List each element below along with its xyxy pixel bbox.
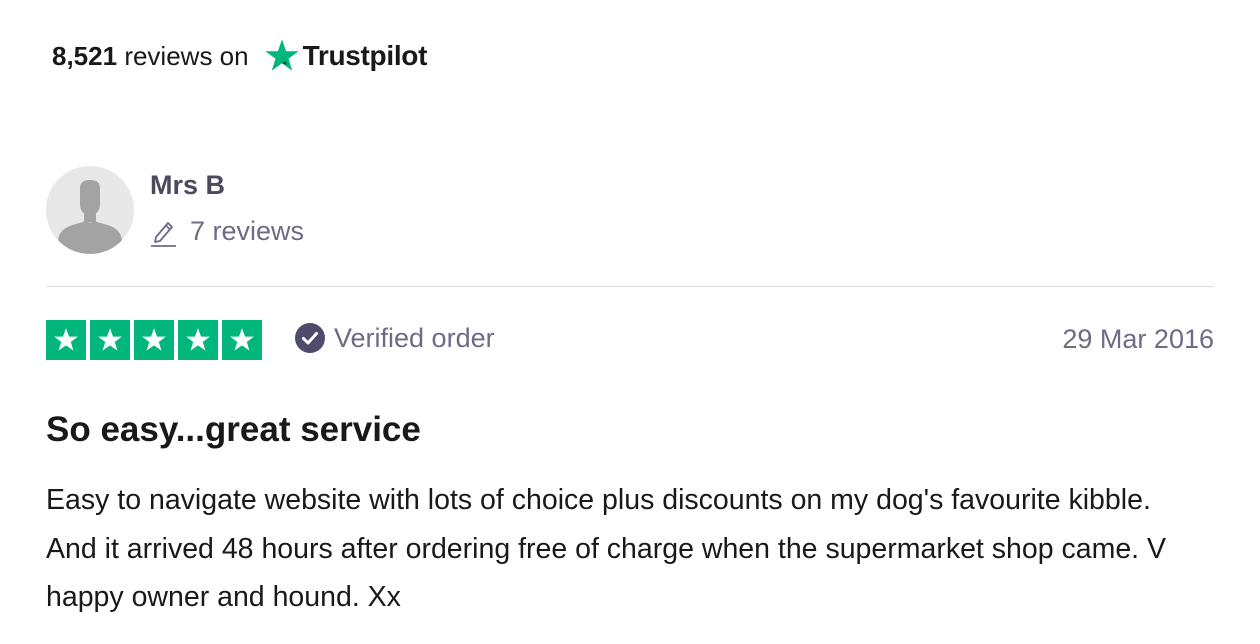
pencil-icon [151,221,176,247]
rating-star [222,320,262,360]
reviewer-name[interactable]: Mrs B [150,170,225,201]
check-circle-icon [295,323,325,353]
verified-order-label: Verified order [334,322,495,353]
total-review-count-text: 8,521 reviews on [52,41,249,72]
review-title[interactable]: So easy...great service [46,410,421,450]
reviewer-avatar[interactable] [46,166,134,254]
default-avatar-icon [46,166,134,254]
rating-star [178,320,218,360]
star-icon [186,328,210,351]
total-review-count: 8,521 [52,40,118,71]
rating-star [134,320,174,360]
reviews-on-label: reviews on [124,40,249,71]
star-rating [46,320,262,360]
trustpilot-star-icon [264,39,299,71]
trustpilot-logo[interactable]: Trustpilot [263,37,428,75]
verified-order-badge[interactable]: Verified order [294,322,495,354]
trustpilot-header: 8,521 reviews on Trustpilot [52,34,427,78]
trustpilot-wordmark: Trustpilot [302,40,428,71]
review-body: Easy to navigate website with lots of ch… [46,484,1167,613]
review-date: 29 Mar 2016 [1062,324,1214,354]
rating-star [46,320,86,360]
star-icon [142,328,166,351]
divider [46,286,1214,287]
reviewer-review-count-row: 7 reviews [150,216,304,247]
reviewer-review-count: 7 reviews [190,216,305,246]
star-icon [98,328,122,351]
rating-star [90,320,130,360]
star-icon [230,328,254,351]
star-icon [54,328,78,351]
